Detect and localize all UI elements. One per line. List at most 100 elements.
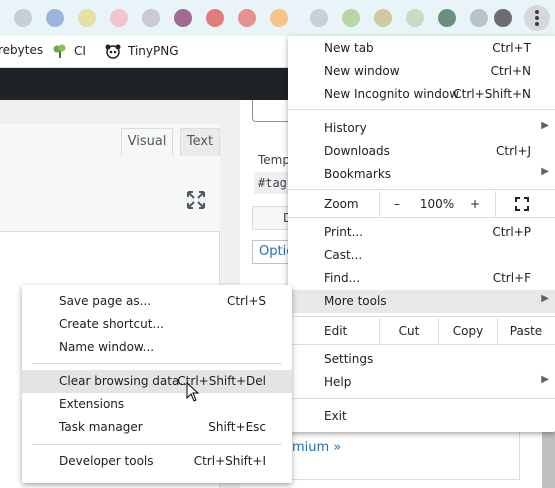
menu-item-find[interactable]: Find... Ctrl+F	[288, 267, 555, 290]
tinypng-panda-icon	[105, 44, 121, 59]
bookmark-label: TinyPNG	[128, 44, 179, 58]
menu-item-label: Name window...	[59, 340, 155, 354]
extension-icon[interactable]	[374, 9, 392, 27]
bookmark-item[interactable]: TinyPNG	[104, 43, 179, 59]
menu-item-label: Create shortcut...	[59, 317, 164, 331]
menu-item-shortcut: Ctrl+J	[496, 144, 531, 158]
menu-item-label: More tools	[324, 294, 387, 308]
bookmark-item[interactable]: rebytes	[0, 43, 43, 57]
menu-item-label: Developer tools	[59, 454, 154, 468]
menu-separator	[288, 344, 555, 345]
menu-item-print[interactable]: Print... Ctrl+P	[288, 221, 555, 244]
ci-plant-icon	[53, 44, 66, 58]
menu-separator	[288, 398, 555, 399]
menu-separator	[288, 109, 555, 110]
chrome-main-menu: New tab Ctrl+T New window Ctrl+N New Inc…	[288, 36, 555, 432]
mouse-cursor-icon	[186, 382, 200, 402]
paste-button[interactable]: Paste	[498, 318, 554, 344]
extension-icon[interactable]	[14, 9, 32, 27]
submenu-arrow-icon: ▶	[541, 374, 549, 385]
extension-icon[interactable]	[342, 9, 360, 27]
menu-item-label: Zoom	[324, 197, 359, 211]
extension-icon[interactable]	[46, 9, 64, 27]
bookmark-item[interactable]: CI	[52, 43, 86, 59]
fullscreen-icon[interactable]	[515, 197, 529, 211]
submenu-item-extensions[interactable]: Extensions	[22, 393, 292, 416]
template-label: Temp	[258, 153, 290, 167]
menu-item-label: Bookmarks	[324, 167, 392, 181]
chrome-menu-button[interactable]	[524, 5, 550, 31]
menu-item-label: Task manager	[59, 420, 143, 434]
extension-icon[interactable]	[78, 9, 96, 27]
menu-item-new-window[interactable]: New window Ctrl+N	[288, 60, 555, 83]
submenu-item-clear-browsing-data[interactable]: Clear browsing data... Ctrl+Shift+Del	[22, 370, 292, 393]
extension-icon[interactable]	[470, 9, 488, 27]
menu-item-more-tools[interactable]: More tools ▶	[288, 290, 555, 313]
menu-item-shortcut: Ctrl+Shift+I	[193, 454, 266, 468]
menu-separator	[32, 363, 282, 364]
extension-icon[interactable]	[238, 9, 256, 27]
scrollbar[interactable]	[542, 430, 555, 488]
menu-separator	[32, 444, 282, 445]
zoom-level: 100%	[419, 197, 455, 211]
tab-text[interactable]: Text	[180, 128, 220, 156]
copy-button[interactable]: Copy	[439, 318, 497, 344]
submenu-arrow-icon: ▶	[541, 293, 549, 304]
menu-item-shortcut: Ctrl+Shift+N	[453, 87, 531, 101]
bookmark-label: CI	[74, 44, 86, 58]
menu-item-label: Cast...	[324, 248, 363, 262]
menu-item-label: Find...	[324, 271, 361, 285]
menu-item-shortcut: Ctrl+S	[226, 294, 266, 308]
menu-item-new-incognito[interactable]: New Incognito window Ctrl+Shift+N	[288, 83, 555, 106]
submenu-item-create-shortcut[interactable]: Create shortcut...	[22, 313, 292, 336]
extension-icon[interactable]	[270, 9, 288, 27]
menu-item-help[interactable]: Help ▶	[288, 371, 555, 394]
extension-icon[interactable]	[406, 9, 424, 27]
extension-icon[interactable]	[206, 9, 224, 27]
menu-item-history[interactable]: History ▶	[288, 117, 555, 140]
editor-toolbar: Visual Text	[0, 124, 220, 232]
menu-separator	[288, 189, 555, 190]
menu-item-downloads[interactable]: Downloads Ctrl+J	[288, 140, 555, 163]
submenu-arrow-icon: ▶	[541, 166, 549, 177]
menu-item-shortcut: Ctrl+N	[490, 64, 531, 78]
menu-item-label: Exit	[324, 409, 347, 423]
submenu-item-task-manager[interactable]: Task manager Shift+Esc	[22, 416, 292, 439]
premium-link[interactable]: mium »	[292, 440, 341, 455]
profile-avatar[interactable]	[494, 9, 512, 27]
menu-item-label: New tab	[324, 41, 374, 55]
menu-item-settings[interactable]: Settings	[288, 348, 555, 371]
menu-item-shortcut: Ctrl+F	[492, 271, 531, 285]
submenu-arrow-icon: ▶	[541, 120, 549, 131]
zoom-out-button[interactable]: –	[382, 191, 412, 217]
menu-item-exit[interactable]: Exit	[288, 405, 555, 428]
menu-item-label: New window	[324, 64, 400, 78]
extension-icon[interactable]	[142, 9, 160, 27]
side-button[interactable]: D	[252, 206, 292, 230]
extension-icon[interactable]	[310, 9, 328, 27]
menu-separator	[288, 217, 555, 218]
bookmark-label: rebytes	[0, 43, 44, 57]
submenu-item-save-page[interactable]: Save page as... Ctrl+S	[22, 290, 292, 313]
menu-item-label: Edit	[324, 324, 348, 338]
divider	[495, 191, 496, 217]
submenu-item-name-window[interactable]: Name window...	[22, 336, 292, 359]
tab-visual[interactable]: Visual	[121, 128, 173, 156]
menu-item-bookmarks[interactable]: Bookmarks ▶	[288, 163, 555, 186]
extension-icon[interactable]	[438, 9, 456, 27]
submenu-item-developer-tools[interactable]: Developer tools Ctrl+Shift+I	[22, 450, 292, 473]
cut-button[interactable]: Cut	[380, 318, 438, 344]
menu-item-new-tab[interactable]: New tab Ctrl+T	[288, 37, 555, 60]
menu-item-label: Clear browsing data...	[59, 374, 191, 388]
text-input[interactable]	[252, 100, 292, 122]
zoom-in-button[interactable]: +	[460, 191, 490, 217]
menu-item-shortcut: Ctrl+P	[492, 225, 531, 239]
menu-item-cast[interactable]: Cast...	[288, 244, 555, 267]
menu-item-label: Save page as...	[59, 294, 152, 308]
divider	[379, 191, 380, 217]
menu-item-label: Print...	[324, 225, 364, 239]
extension-icon[interactable]	[174, 9, 192, 27]
options-tab[interactable]: Optio	[252, 240, 294, 264]
fullscreen-icon[interactable]	[186, 190, 206, 210]
extension-icon[interactable]	[110, 9, 128, 27]
